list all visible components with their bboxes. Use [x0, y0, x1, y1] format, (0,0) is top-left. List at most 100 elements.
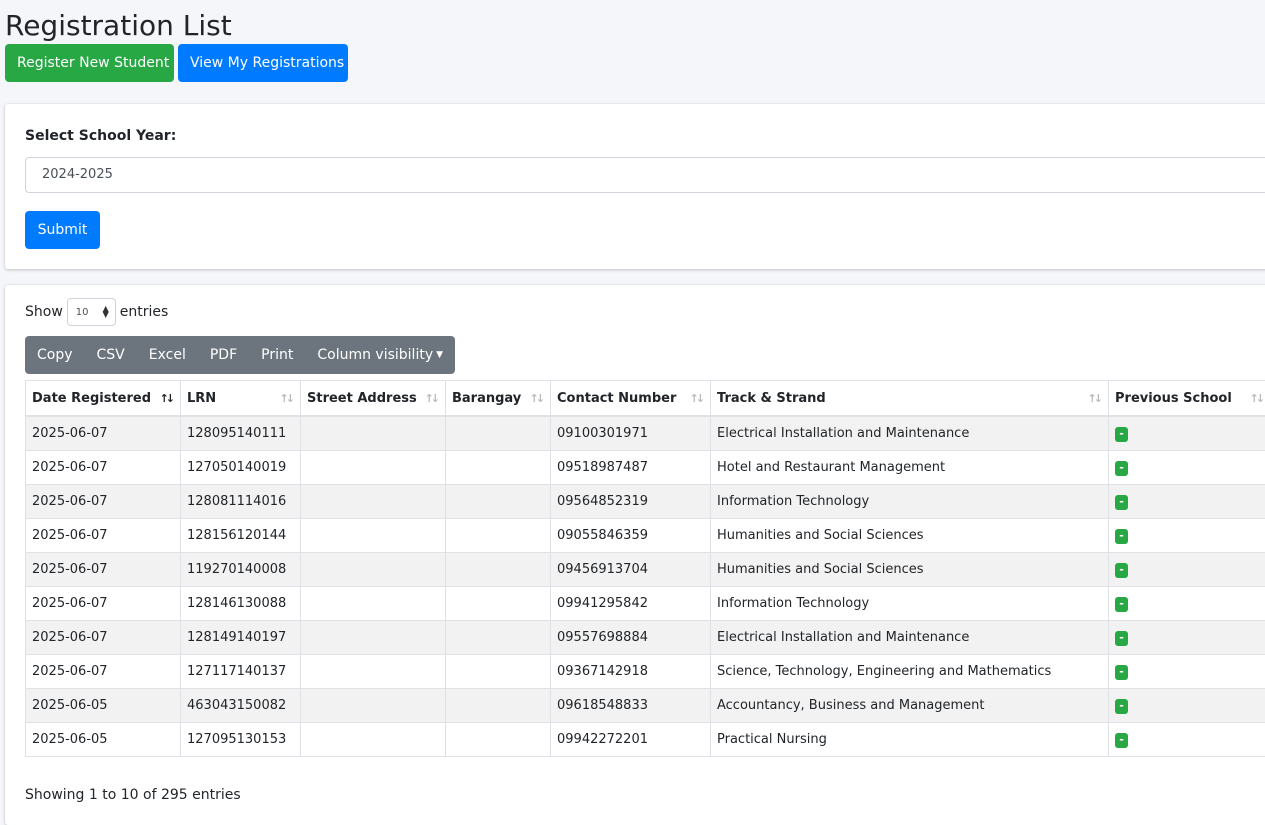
cell-track: Electrical Installation and Maintenance — [711, 621, 1109, 655]
school-year-select[interactable]: 2024-2025 — [25, 157, 1265, 193]
sort-icon: ↑↓ — [530, 392, 542, 405]
cell-barangay — [446, 553, 551, 587]
col-header-date-registered[interactable]: Date Registered↑↓ — [26, 381, 181, 417]
col-header-track-strand[interactable]: Track & Strand↑↓ — [711, 381, 1109, 417]
table-row: 2025-06-0712809514011109100301971Electri… — [26, 416, 1265, 451]
register-new-student-button[interactable]: Register New Student — [5, 44, 174, 82]
cell-previous-school: - — [1109, 587, 1265, 621]
cell-date: 2025-06-07 — [26, 416, 181, 451]
previous-school-badge: - — [1115, 631, 1128, 646]
show-label: Show — [25, 304, 63, 320]
table-row: 2025-06-0712711714013709367142918Science… — [26, 655, 1265, 689]
view-my-registrations-button[interactable]: View My Registrations — [178, 44, 348, 82]
cell-contact: 09456913704 — [551, 553, 711, 587]
cell-barangay — [446, 655, 551, 689]
cell-previous-school: - — [1109, 553, 1265, 587]
cell-lrn: 463043150082 — [181, 689, 301, 723]
table-info: Showing 1 to 10 of 295 entries — [25, 787, 241, 803]
cell-previous-school: - — [1109, 416, 1265, 451]
cell-contact: 09055846359 — [551, 519, 711, 553]
cell-barangay — [446, 723, 551, 757]
cell-previous-school: - — [1109, 655, 1265, 689]
col-header-contact-number[interactable]: Contact Number↑↓ — [551, 381, 711, 417]
table-row: 2025-06-05127095130153 09942272201Practic… — [26, 723, 1265, 757]
registrations-table: Date Registered↑↓ LRN↑↓ Street Address↑↓… — [25, 380, 1265, 757]
previous-school-badge: - — [1115, 597, 1128, 612]
cell-barangay — [446, 689, 551, 723]
cell-lrn: 127095130153 — [181, 723, 301, 757]
export-button-group: Copy CSV Excel PDF Print Column visibili… — [25, 336, 455, 374]
cell-street — [301, 519, 446, 553]
previous-school-badge: - — [1115, 495, 1128, 510]
cell-previous-school: - — [1109, 451, 1265, 485]
cell-date: 2025-06-07 — [26, 485, 181, 519]
cell-street — [301, 451, 446, 485]
cell-street — [301, 689, 446, 723]
cell-street — [301, 723, 446, 757]
cell-contact: 09367142918 — [551, 655, 711, 689]
cell-date: 2025-06-05 — [26, 689, 181, 723]
cell-street — [301, 553, 446, 587]
cell-contact: 09518987487 — [551, 451, 711, 485]
cell-track: Information Technology — [711, 485, 1109, 519]
previous-school-badge: - — [1115, 733, 1128, 748]
cell-lrn: 128149140197 — [181, 621, 301, 655]
sort-icon: ↑↓ — [690, 392, 702, 405]
previous-school-badge: - — [1115, 699, 1128, 714]
table-row: 2025-06-0711927014000809456913704Humanit… — [26, 553, 1265, 587]
col-header-barangay[interactable]: Barangay↑↓ — [446, 381, 551, 417]
select-arrows-icon: ▲▼ — [103, 306, 109, 318]
cell-date: 2025-06-05 — [26, 723, 181, 757]
pdf-button[interactable]: PDF — [198, 336, 249, 374]
cell-lrn: 128146130088 — [181, 587, 301, 621]
submit-button[interactable]: Submit — [25, 211, 100, 249]
cell-track: Practical Nursing — [711, 723, 1109, 757]
cell-track: Science, Technology, Engineering and Mat… — [711, 655, 1109, 689]
cell-date: 2025-06-07 — [26, 553, 181, 587]
cell-track: Hotel and Restaurant Management — [711, 451, 1109, 485]
cell-date: 2025-06-07 — [26, 621, 181, 655]
column-visibility-label: Column visibility — [317, 347, 433, 363]
col-header-previous-school[interactable]: Previous School↑↓ — [1109, 381, 1265, 417]
sort-icon: ↑↓ — [1250, 392, 1262, 405]
cell-barangay — [446, 451, 551, 485]
table-row: 2025-06-07128081114016 09564852319Informa… — [26, 485, 1265, 519]
cell-street — [301, 485, 446, 519]
col-header-street-address[interactable]: Street Address↑↓ — [301, 381, 446, 417]
cell-track: Electrical Installation and Maintenance — [711, 416, 1109, 451]
cell-previous-school: - — [1109, 621, 1265, 655]
sort-desc-icon: ↑↓ — [160, 392, 172, 405]
cell-previous-school: - — [1109, 723, 1265, 757]
cell-street — [301, 416, 446, 451]
cell-track: Accountancy, Business and Management — [711, 689, 1109, 723]
cell-track: Humanities and Social Sciences — [711, 519, 1109, 553]
cell-lrn: 128156120144 — [181, 519, 301, 553]
cell-street — [301, 655, 446, 689]
entries-length-value: 10 — [76, 307, 89, 318]
excel-button[interactable]: Excel — [137, 336, 198, 374]
caret-down-icon: ▼ — [436, 350, 443, 360]
cell-lrn: 128081114016 — [181, 485, 301, 519]
csv-button[interactable]: CSV — [85, 336, 137, 374]
cell-barangay — [446, 485, 551, 519]
cell-contact: 09942272201 — [551, 723, 711, 757]
cell-barangay — [446, 519, 551, 553]
entries-label: entries — [120, 304, 169, 320]
table-row: 2025-06-07128156120144 09055846359Humanit… — [26, 519, 1265, 553]
copy-button[interactable]: Copy — [25, 336, 85, 374]
school-year-card: Select School Year: 2024-2025 Submit — [5, 104, 1265, 269]
col-header-lrn[interactable]: LRN↑↓ — [181, 381, 301, 417]
cell-date: 2025-06-07 — [26, 587, 181, 621]
length-control: Show 10 ▲▼ entries — [25, 297, 168, 327]
cell-contact: 09564852319 — [551, 485, 711, 519]
cell-previous-school: - — [1109, 485, 1265, 519]
column-visibility-button[interactable]: Column visibility▼ — [305, 336, 455, 374]
print-button[interactable]: Print — [249, 336, 305, 374]
cell-date: 2025-06-07 — [26, 519, 181, 553]
entries-length-select[interactable]: 10 ▲▼ — [67, 298, 116, 326]
school-year-label: Select School Year: — [25, 128, 176, 144]
cell-track: Information Technology — [711, 587, 1109, 621]
cell-street — [301, 621, 446, 655]
cell-contact: 09557698884 — [551, 621, 711, 655]
table-header-row: Date Registered↑↓ LRN↑↓ Street Address↑↓… — [26, 381, 1265, 417]
